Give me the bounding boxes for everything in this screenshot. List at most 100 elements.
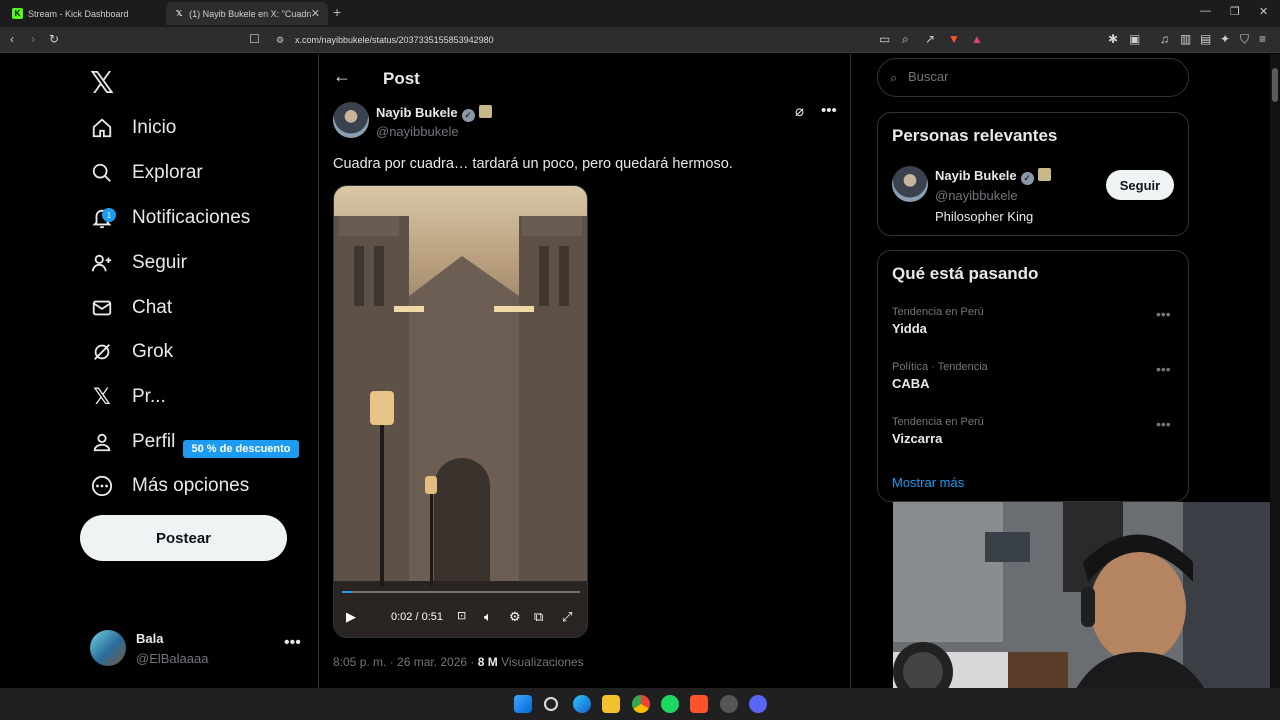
- sidebar-item-label: Más opciones: [132, 475, 250, 496]
- pip-icon[interactable]: ⧉: [534, 609, 543, 625]
- captions-icon[interactable]: ⊡: [457, 609, 466, 622]
- trend-item[interactable]: Política · Tendencia CABA •••: [892, 361, 1182, 405]
- premium-discount-badge[interactable]: 50 % de descuento: [183, 440, 299, 458]
- screenshot-icon[interactable]: ▣: [1129, 32, 1140, 46]
- tab-kick-dashboard[interactable]: K Stream - Kick Dashboard: [4, 2, 164, 25]
- sidebar-item-label: Inicio: [132, 117, 177, 138]
- panel-title: Qué está pasando: [892, 264, 1039, 283]
- forward-icon[interactable]: ›: [31, 32, 35, 46]
- relevant-person-name[interactable]: Nayib Bukele ✓: [935, 168, 1051, 185]
- search-icon: [90, 161, 114, 185]
- media-icon[interactable]: ♫: [1160, 32, 1169, 46]
- new-tab-icon[interactable]: +: [333, 4, 341, 20]
- more-icon[interactable]: •••: [1156, 361, 1171, 377]
- sidebar-item-inicio[interactable]: Inicio: [90, 108, 176, 148]
- sidebar-item-explorar[interactable]: Explorar: [90, 153, 203, 193]
- brave-shield-icon[interactable]: ▼: [948, 32, 960, 46]
- close-window-icon[interactable]: ✕: [1259, 5, 1268, 18]
- relevant-person-handle[interactable]: @nayibbukele: [935, 188, 1018, 203]
- cast-icon[interactable]: ▭: [879, 32, 890, 46]
- page-scrollbar[interactable]: [1270, 54, 1280, 688]
- obs-icon[interactable]: [720, 695, 738, 713]
- sidebar-item-grok[interactable]: Grok: [90, 332, 173, 372]
- chrome-icon[interactable]: [632, 695, 650, 713]
- avatar[interactable]: [333, 102, 369, 138]
- follow-button[interactable]: Seguir: [1106, 170, 1174, 200]
- search-icon[interactable]: [544, 697, 558, 711]
- settings-gear-icon[interactable]: ⚙: [509, 609, 521, 625]
- trend-item[interactable]: Tendencia en Perú Yidda •••: [892, 306, 1182, 350]
- video-player[interactable]: ▶ 0:02 / 0:51 ⊡ 🔈︎ ⚙ ⧉ ⤢: [333, 185, 588, 638]
- back-arrow-icon[interactable]: ←: [333, 66, 351, 87]
- url-text[interactable]: x.com/nayibbukele/status/203733515585394…: [295, 35, 494, 45]
- left-sidebar: 𝕏 Inicio Explorar 1 Notificaciones Segui…: [0, 54, 318, 688]
- vpn-icon[interactable]: ⛉: [1240, 32, 1249, 47]
- sidebar-item-label: Seguir: [132, 252, 187, 273]
- post-button[interactable]: Postear: [80, 515, 287, 561]
- play-icon[interactable]: ▶: [346, 609, 356, 625]
- avatar[interactable]: [892, 166, 928, 202]
- brave-rewards-icon[interactable]: ▲: [971, 32, 983, 46]
- menu-icon[interactable]: ≡: [1259, 32, 1266, 46]
- windows-start-icon[interactable]: [514, 695, 532, 713]
- notification-count-badge: 1: [102, 208, 116, 222]
- author-name[interactable]: Nayib Bukele ✓: [376, 105, 492, 122]
- zoom-icon[interactable]: ⌕: [902, 32, 909, 47]
- more-icon[interactable]: •••: [1156, 306, 1171, 322]
- sidebar-toggle-icon[interactable]: ▥: [1180, 32, 1191, 46]
- back-icon[interactable]: ‹: [10, 32, 14, 46]
- restore-icon[interactable]: ❐: [1230, 5, 1240, 18]
- panel-title: Personas relevantes: [892, 126, 1058, 145]
- close-tab-icon[interactable]: ✕: [311, 7, 320, 20]
- relevant-person-name-text: Nayib Bukele: [935, 168, 1017, 183]
- affiliation-badge-icon: [478, 105, 492, 118]
- sidebar-item-notificaciones[interactable]: 1 Notificaciones: [90, 198, 250, 238]
- file-explorer-icon[interactable]: [602, 695, 620, 713]
- scrollbar-thumb[interactable]: [1272, 68, 1278, 102]
- sidebar-item-perfil[interactable]: Perfil: [90, 422, 175, 462]
- search-bar[interactable]: ⌕: [877, 58, 1189, 97]
- site-settings-icon[interactable]: ⚙: [276, 35, 284, 46]
- account-handle: @ElBalaaaa: [136, 651, 209, 666]
- search-input[interactable]: [908, 69, 1168, 84]
- page-title: Post: [383, 69, 420, 88]
- views-label: Visualizaciones: [497, 655, 584, 669]
- sidebar-item-premium[interactable]: 𝕏 Pr...: [90, 377, 166, 417]
- trend-name: Vizcarra: [892, 431, 943, 446]
- sidebar-item-label: Pr...: [132, 386, 166, 407]
- share-icon[interactable]: ↗: [925, 32, 935, 46]
- bookmark-icon[interactable]: ☐: [249, 32, 260, 46]
- wallet-icon[interactable]: ▤: [1200, 32, 1211, 46]
- relevant-people-panel: Personas relevantes Nayib Bukele ✓ @nayib…: [877, 112, 1189, 236]
- grok-icon[interactable]: ⌀: [795, 102, 804, 120]
- tab-x-post[interactable]: 𝕏 (1) Nayib Bukele en X: "Cuadra p ✕: [166, 2, 328, 25]
- video-time: 0:02 / 0:51: [391, 611, 443, 623]
- affiliation-badge-icon: [1037, 168, 1051, 181]
- show-more-link[interactable]: Mostrar más: [892, 475, 964, 490]
- video-frame-cathedral: [334, 216, 587, 637]
- x-logo-icon[interactable]: 𝕏: [90, 66, 114, 101]
- more-icon[interactable]: •••: [1156, 416, 1171, 432]
- sidebar-item-seguir[interactable]: Seguir: [90, 243, 187, 283]
- post-timestamp[interactable]: 8:05 p. m. · 26 mar. 2026 ·: [333, 655, 478, 669]
- volume-icon[interactable]: 🔈︎: [484, 609, 492, 625]
- minimize-icon[interactable]: —: [1200, 5, 1211, 17]
- video-progress-bar[interactable]: [342, 591, 580, 593]
- trend-category: Tendencia en Perú: [892, 306, 984, 318]
- brave-icon[interactable]: [690, 695, 708, 713]
- edge-icon[interactable]: [573, 695, 591, 713]
- sidebar-item-mas-opciones[interactable]: Más opciones: [90, 466, 249, 506]
- more-icon[interactable]: •••: [821, 102, 837, 119]
- sidebar-item-label: Chat: [132, 297, 173, 318]
- sidebar-item-chat[interactable]: Chat: [90, 288, 172, 328]
- discord-icon[interactable]: [749, 695, 767, 713]
- trend-item[interactable]: Tendencia en Perú Vizcarra •••: [892, 416, 1182, 460]
- more-icon[interactable]: •••: [284, 634, 301, 652]
- spotify-icon[interactable]: [661, 695, 679, 713]
- reload-icon[interactable]: ↻: [49, 32, 59, 46]
- extensions-icon[interactable]: ✱: [1108, 32, 1118, 46]
- leo-ai-icon[interactable]: ✦: [1220, 32, 1230, 46]
- author-handle[interactable]: @nayibbukele: [376, 124, 459, 139]
- account-switcher[interactable]: Bala @ElBalaaaa •••: [90, 624, 310, 674]
- fullscreen-icon[interactable]: ⤢: [562, 609, 572, 625]
